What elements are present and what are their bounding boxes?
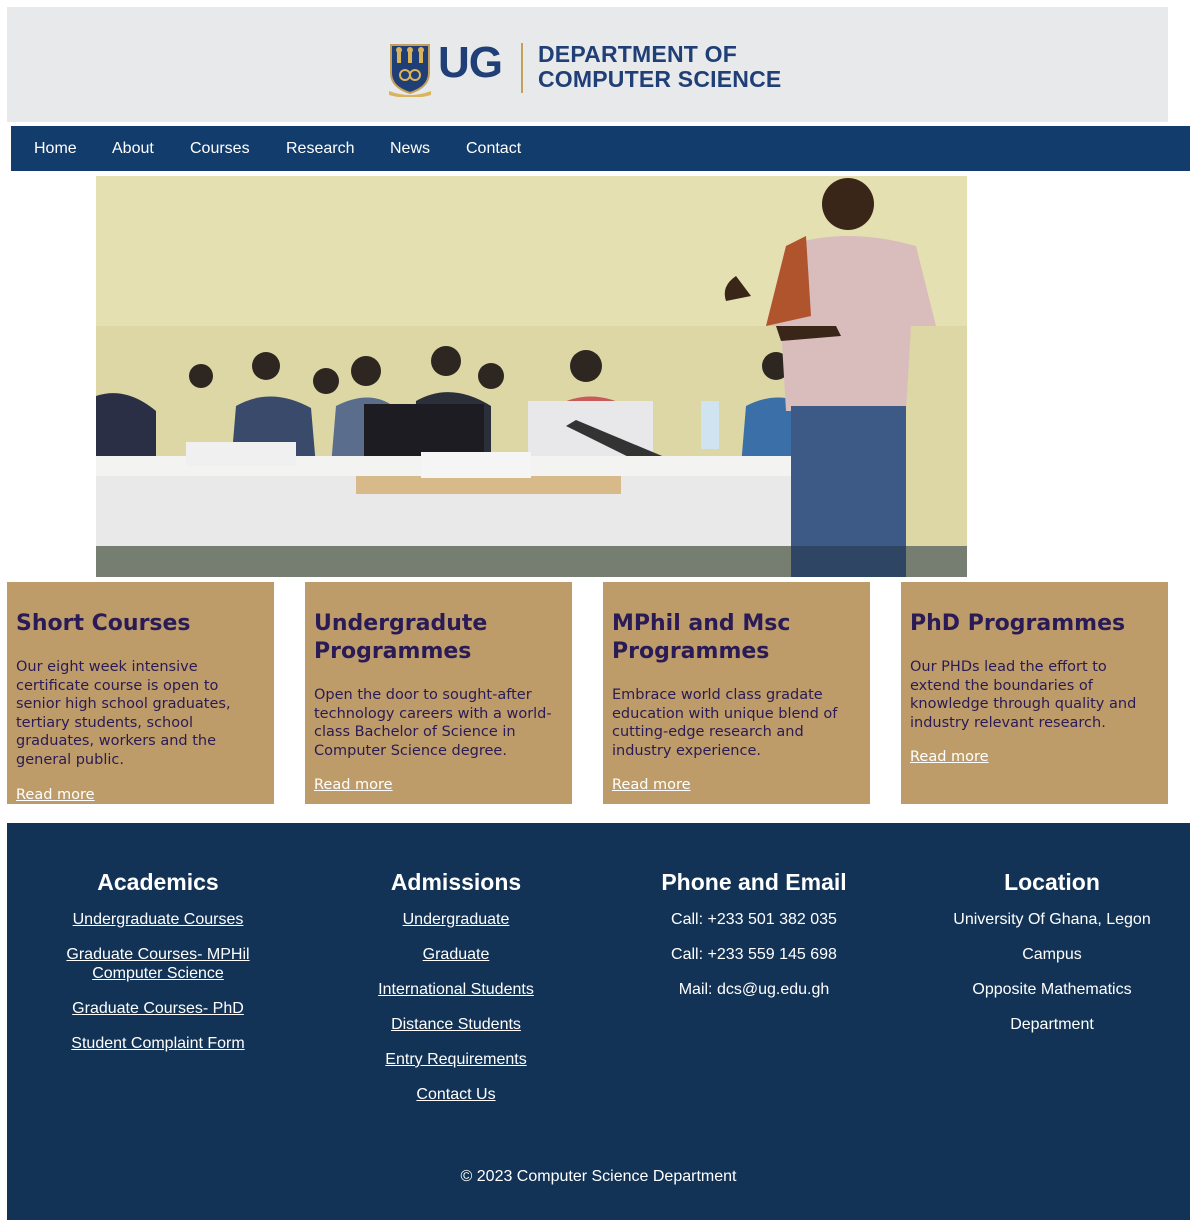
logo-divider bbox=[521, 43, 523, 93]
footer-link[interactable]: Entry Requirements bbox=[356, 1050, 556, 1069]
card-undergraduate: Undergradute Programmes Open the door to… bbox=[305, 582, 572, 804]
card-body: Open the door to sought-after technology… bbox=[314, 687, 552, 759]
footer-admissions: Admissions Undergraduate Graduate Intern… bbox=[307, 867, 605, 1120]
card-phd: PhD Programmes Our PHDs lead the effort … bbox=[901, 582, 1168, 804]
card-short-courses: Short Courses Our eight week intensive c… bbox=[7, 582, 274, 804]
department-line-1: DEPARTMENT OF bbox=[538, 41, 737, 67]
copyright: © 2023 Computer Science Department bbox=[460, 1168, 737, 1185]
card-body: Embrace world class gradate education wi… bbox=[612, 687, 838, 759]
nav-courses[interactable]: Courses bbox=[190, 126, 250, 171]
phone-number: Call: +233 501 382 035 bbox=[671, 911, 837, 928]
card-title: PhD Programmes bbox=[910, 611, 1126, 636]
nav-contact[interactable]: Contact bbox=[466, 126, 521, 171]
ug-crest-icon bbox=[389, 44, 431, 97]
footer-heading: Phone and Email bbox=[661, 869, 847, 895]
logo-ug-text: UG bbox=[438, 38, 503, 87]
footer-heading: Admissions bbox=[390, 869, 522, 895]
address-line: Campus bbox=[1022, 946, 1082, 963]
nav-home[interactable]: Home bbox=[34, 126, 77, 171]
address-line: Department bbox=[1010, 1016, 1094, 1033]
nav-news[interactable]: News bbox=[390, 126, 430, 171]
card-mphil-msc: MPhil and Msc Programmes Embrace world c… bbox=[603, 582, 870, 804]
site-header: UG DEPARTMENT OF COMPUTER SCIENCE bbox=[7, 7, 1168, 122]
footer-academics: Academics Undergraduate Courses Graduate… bbox=[9, 867, 307, 1069]
read-more-link[interactable]: Read more bbox=[16, 787, 95, 803]
card-body: Our eight week intensive certificate cou… bbox=[16, 659, 231, 768]
email-address: Mail: dcs@ug.edu.gh bbox=[678, 981, 830, 998]
classroom-photo-icon bbox=[96, 176, 967, 577]
card-title: MPhil and Msc Programmes bbox=[612, 611, 791, 664]
footer-location: Location University Of Ghana, Legon Camp… bbox=[903, 867, 1190, 1050]
footer-link[interactable]: Graduate bbox=[356, 945, 556, 964]
nav-research[interactable]: Research bbox=[286, 126, 354, 171]
footer-link[interactable]: Distance Students bbox=[356, 1015, 556, 1034]
phone-number: Call: +233 559 145 698 bbox=[671, 946, 837, 963]
nav-about[interactable]: About bbox=[112, 126, 154, 171]
footer-heading: Location bbox=[1004, 869, 1100, 895]
footer-link[interactable]: Graduate Courses- PhD bbox=[58, 999, 258, 1018]
footer-link[interactable]: Undergraduate bbox=[356, 910, 556, 929]
read-more-link[interactable]: Read more bbox=[314, 777, 393, 793]
main-nav: Home About Courses Research News Contact bbox=[11, 126, 1190, 171]
footer-contact: Phone and Email Call: +233 501 382 035 C… bbox=[605, 867, 903, 1015]
address-line: University Of Ghana, Legon bbox=[953, 911, 1151, 928]
card-title: Short Courses bbox=[16, 611, 191, 636]
read-more-link[interactable]: Read more bbox=[612, 777, 691, 793]
card-body: Our PHDs lead the effort to extend the b… bbox=[910, 659, 1137, 731]
footer-link[interactable]: International Students bbox=[356, 980, 556, 999]
department-line-2: COMPUTER SCIENCE bbox=[538, 66, 782, 92]
read-more-link[interactable]: Read more bbox=[910, 749, 989, 765]
footer-link[interactable]: Contact Us bbox=[356, 1085, 556, 1104]
address-line: Opposite Mathematics bbox=[972, 981, 1132, 998]
footer-link[interactable]: Undergraduate Courses bbox=[58, 910, 258, 929]
card-title: Undergradute Programmes bbox=[314, 611, 488, 664]
footer-heading: Academics bbox=[97, 869, 219, 895]
hero-image bbox=[96, 176, 967, 577]
footer-link[interactable]: Student Complaint Form bbox=[58, 1034, 258, 1053]
site-footer: Academics Undergraduate Courses Graduate… bbox=[7, 823, 1190, 1220]
department-name: DEPARTMENT OF COMPUTER SCIENCE bbox=[538, 42, 781, 92]
footer-link[interactable]: Graduate Courses- MPHil Computer Science bbox=[58, 945, 258, 983]
